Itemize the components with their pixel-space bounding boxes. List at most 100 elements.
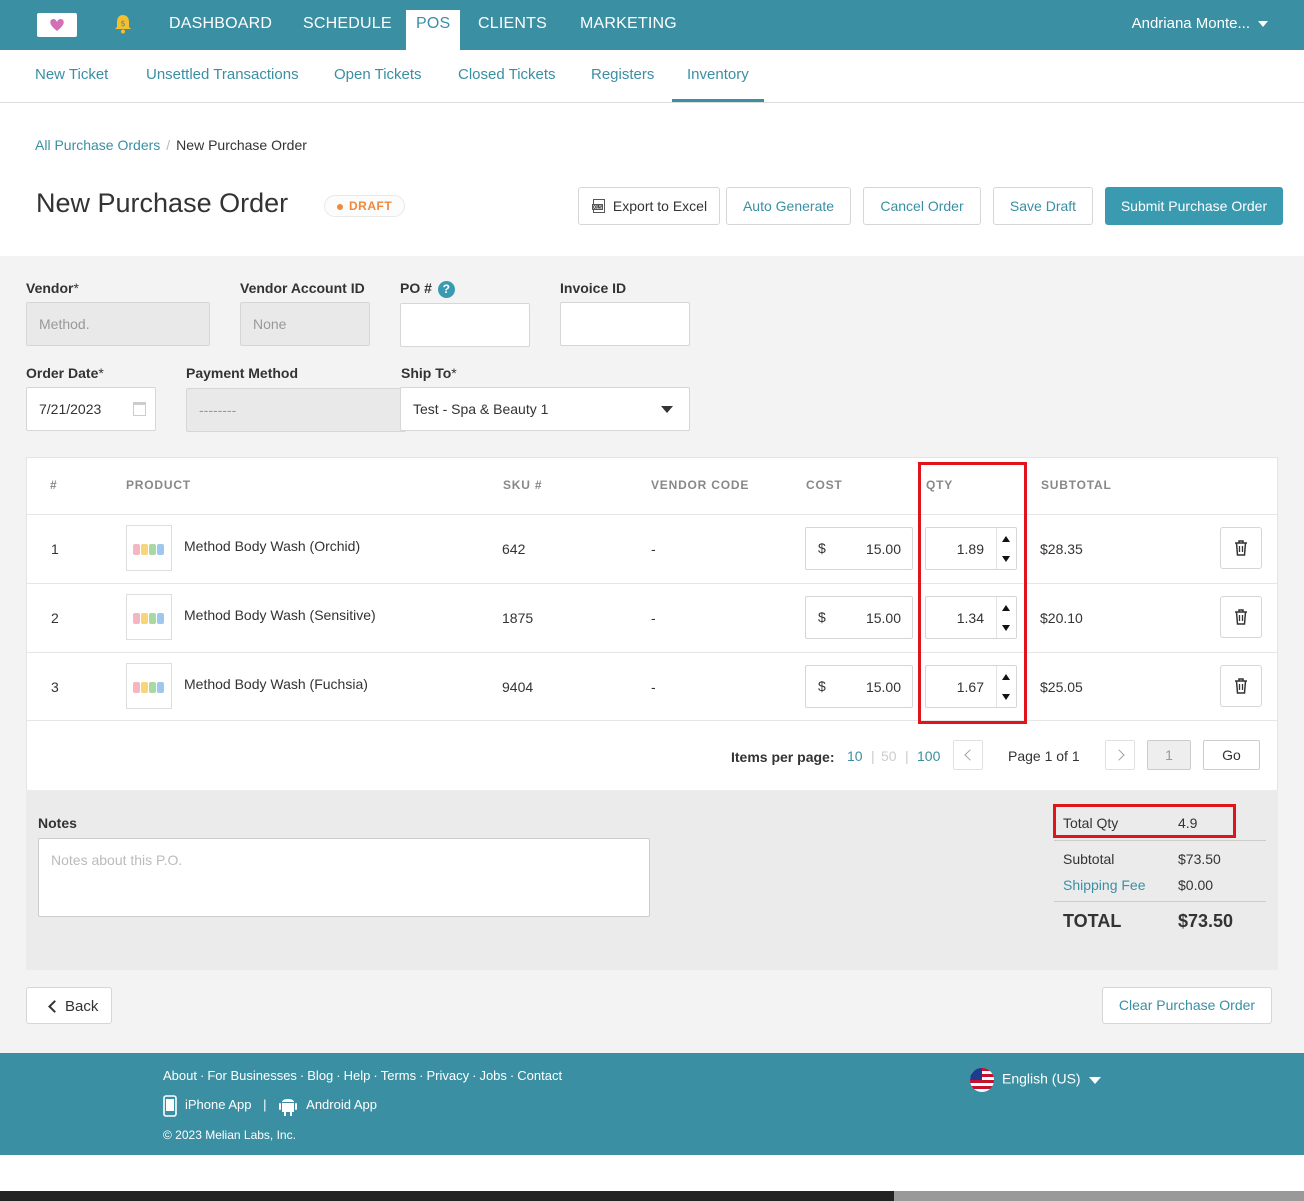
subnav-registers[interactable]: Registers — [591, 50, 654, 102]
subnav-inventory[interactable]: Inventory — [672, 50, 764, 102]
footer-separator: · — [509, 1068, 515, 1083]
vendor-code: - — [651, 610, 656, 626]
invoice-id-label: Invoice ID — [560, 280, 627, 296]
cancel-order-button[interactable]: Cancel Order — [863, 187, 981, 225]
subnav-open-tickets[interactable]: Open Tickets — [334, 50, 422, 102]
brand-logo[interactable] — [37, 13, 77, 37]
total-value: $73.50 — [1178, 911, 1234, 931]
footer-link-terms[interactable]: Terms — [381, 1068, 416, 1083]
android-app-link[interactable]: Android App — [278, 1097, 377, 1116]
delete-row-button[interactable] — [1220, 596, 1262, 638]
row-subtotal: $28.35 — [1040, 541, 1083, 557]
footer-link-help[interactable]: Help — [344, 1068, 371, 1083]
shipping-fee-link[interactable]: Shipping Fee — [1063, 877, 1146, 893]
row-number: 1 — [51, 541, 59, 557]
page-indicator: Page 1 of 1 — [1008, 748, 1080, 764]
delete-row-button[interactable] — [1220, 665, 1262, 707]
nav-dashboard[interactable]: DASHBOARD — [169, 0, 272, 50]
top-navbar: $ DASHBOARD SCHEDULE POS CLIENTS MARKETI… — [0, 0, 1304, 60]
divider — [1054, 840, 1266, 841]
submit-purchase-order-button[interactable]: Submit Purchase Order — [1105, 187, 1283, 225]
cost-value: 15.00 — [865, 679, 901, 695]
subtotal-value: $73.50 — [1178, 851, 1221, 867]
total-qty-highlight — [1053, 804, 1236, 838]
vendor-code: - — [651, 679, 656, 695]
page-size-50[interactable]: 50 — [881, 748, 897, 764]
export-excel-button[interactable]: XLS Export to Excel — [578, 187, 720, 225]
horizontal-scrollbar[interactable] — [0, 1191, 1304, 1201]
page-number-input[interactable]: 1 — [1147, 740, 1191, 770]
subnav-unsettled-transactions[interactable]: Unsettled Transactions — [146, 50, 299, 102]
notes-textarea[interactable]: Notes about this P.O. — [38, 838, 650, 917]
app-links: iPhone App | Android App — [163, 1095, 377, 1117]
order-date-value: 7/21/2023 — [39, 401, 102, 417]
po-number-input[interactable] — [400, 303, 530, 347]
column-header-number: # — [50, 478, 58, 492]
footer-link-contact[interactable]: Contact — [517, 1068, 562, 1083]
language-label: English (US) — [1002, 1070, 1081, 1087]
iphone-app-label: iPhone App — [185, 1097, 252, 1113]
column-header-subtotal: SUBTOTAL — [1041, 478, 1112, 492]
footer-link-privacy[interactable]: Privacy — [426, 1068, 469, 1083]
footer-separator: · — [336, 1068, 341, 1083]
pager-separator: | — [905, 748, 909, 764]
help-icon[interactable]: ? — [437, 280, 455, 298]
status-badge: DRAFT — [324, 195, 406, 217]
ship-to-select[interactable]: Test - Spa & Beauty 1 — [400, 387, 690, 431]
footer-link-about[interactable]: About — [163, 1068, 197, 1083]
order-date-input[interactable]: 7/21/2023 — [26, 387, 156, 431]
go-button[interactable]: Go — [1203, 740, 1260, 770]
subnav-closed-tickets[interactable]: Closed Tickets — [458, 50, 556, 102]
page-size-100[interactable]: 100 — [917, 748, 940, 764]
clear-purchase-order-button[interactable]: Clear Purchase Order — [1102, 987, 1272, 1024]
ship-to-label: Ship To* — [401, 365, 457, 381]
trash-icon — [1235, 609, 1247, 625]
footer-separator: · — [419, 1068, 424, 1083]
notification-bell-icon[interactable]: $ — [113, 13, 133, 35]
vendor-code: - — [651, 541, 656, 557]
iphone-app-link[interactable]: iPhone App — [163, 1095, 252, 1117]
footer-link-jobs[interactable]: Jobs — [479, 1068, 506, 1083]
nav-schedule[interactable]: SCHEDULE — [303, 0, 392, 50]
svg-text:$: $ — [120, 19, 125, 28]
column-header-sku: SKU # — [503, 478, 543, 492]
user-menu[interactable]: Andriana Monte... — [1132, 0, 1268, 48]
product-sku: 642 — [502, 541, 526, 557]
user-name: Andriana Monte... — [1131, 15, 1250, 32]
next-page-button[interactable] — [1105, 740, 1135, 770]
footer: About · For Businesses · Blog · Help · Terms · Pri… — [0, 1053, 1304, 1155]
invoice-id-input[interactable] — [560, 302, 690, 346]
product-name[interactable]: Method Body Wash (Fuchsia) — [184, 676, 368, 692]
auto-generate-button[interactable]: Auto Generate — [726, 187, 851, 225]
breadcrumb-all-purchase-orders[interactable]: All Purchase Orders — [35, 137, 160, 153]
scrollbar-thumb[interactable] — [894, 1191, 1304, 1201]
product-name[interactable]: Method Body Wash (Sensitive) — [184, 607, 376, 623]
product-thumbnail — [126, 525, 172, 571]
sub-navbar: New Ticket Unsettled Transactions Open T… — [0, 50, 1304, 103]
back-button[interactable]: Back — [26, 987, 112, 1024]
currency-symbol: $ — [818, 678, 826, 694]
delete-row-button[interactable] — [1220, 527, 1262, 569]
page-size-10[interactable]: 10 — [847, 748, 863, 764]
nav-clients[interactable]: CLIENTS — [478, 0, 547, 50]
subnav-new-ticket[interactable]: New Ticket — [35, 50, 108, 102]
back-button-label: Back — [65, 998, 99, 1015]
language-selector[interactable]: English (US) — [970, 1068, 1101, 1092]
save-draft-button[interactable]: Save Draft — [993, 187, 1093, 225]
divider — [27, 514, 1277, 515]
prev-page-button[interactable] — [953, 740, 983, 770]
nav-marketing[interactable]: MARKETING — [580, 0, 677, 50]
footer-link-blog[interactable]: Blog — [307, 1068, 333, 1083]
breadcrumb-current: New Purchase Order — [176, 137, 307, 153]
footer-link-for-businesses[interactable]: For Businesses — [207, 1068, 297, 1083]
cost-input[interactable]: $15.00 — [805, 527, 913, 570]
cost-input[interactable]: $15.00 — [805, 665, 913, 708]
product-name[interactable]: Method Body Wash (Orchid) — [184, 538, 360, 554]
notes-label: Notes — [38, 815, 77, 831]
trash-icon — [1235, 678, 1247, 694]
shipping-fee-value: $0.00 — [1178, 877, 1214, 893]
calendar-icon[interactable] — [133, 402, 146, 416]
android-icon — [279, 1099, 298, 1116]
android-app-label: Android App — [306, 1097, 377, 1113]
cost-input[interactable]: $15.00 — [805, 596, 913, 639]
